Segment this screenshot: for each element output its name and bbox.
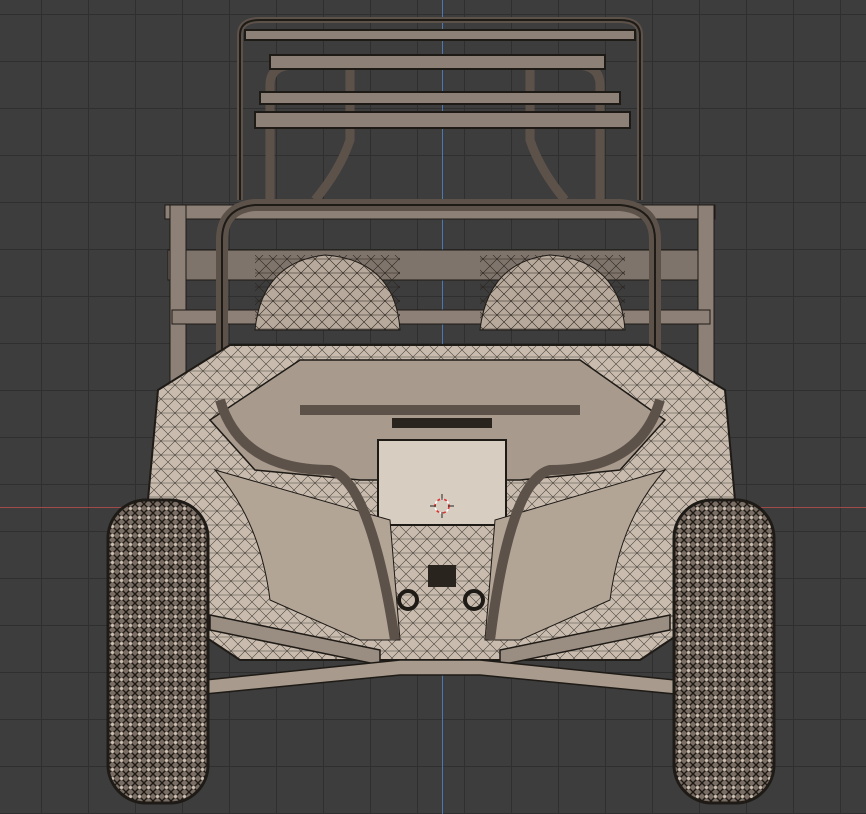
winch-plate <box>428 565 456 587</box>
vehicle-model[interactable] <box>0 0 866 814</box>
roll-cage <box>237 17 643 203</box>
3d-cursor-icon[interactable] <box>430 494 454 518</box>
light-bar <box>392 418 492 428</box>
tire-right <box>672 498 776 805</box>
3d-viewport[interactable] <box>0 0 866 814</box>
tire-left <box>106 498 210 805</box>
